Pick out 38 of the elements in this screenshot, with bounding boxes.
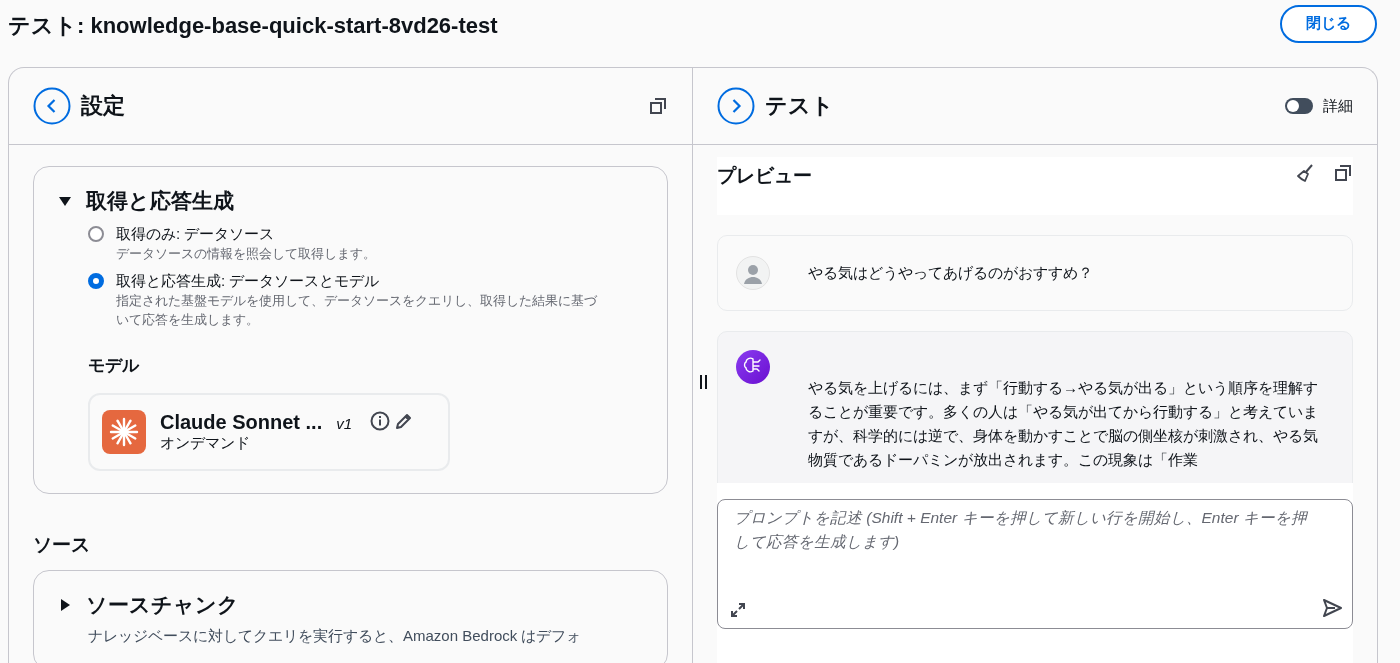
panel-title: テスト: [765, 92, 835, 120]
option-description: データソースの情報を照会して取得します。: [116, 246, 377, 263]
page-title: テスト: knowledge-base-quick-start-8vd26-test: [8, 11, 498, 40]
message-text: やる気を上げるには、まず「行動する→やる気が出る」という順序を理解することが重要です。多くの人は「やる気が出てから行動する」と考えていますが、科学的には逆で、身体を動かすことで脳の側坐核が刺激され、やる気物質であるドーパミンが放出されます。この現象は「作業: [807, 378, 1319, 470]
info-icon[interactable]: [370, 411, 391, 431]
preview-title: プレビュー: [717, 164, 813, 188]
section-heading: ソース: [33, 533, 91, 557]
option-description: 指定された基盤モデルを使用して、データソースをクエリし、取得した結果に基づいて応答を生成します。: [116, 293, 598, 329]
expand-icon[interactable]: [729, 601, 747, 619]
close-button[interactable]: 閉じる: [1280, 4, 1377, 43]
user-avatar-icon: [736, 256, 770, 290]
model-heading: モデル: [88, 355, 141, 377]
toggle-label[interactable]: 詳細: [1323, 96, 1353, 116]
section-title[interactable]: ソースチャンク: [86, 591, 239, 619]
section-title[interactable]: 取得と応答生成: [86, 187, 234, 215]
expand-panel-button[interactable]: [717, 87, 755, 125]
caret-icon[interactable]: [58, 598, 72, 612]
copy-icon[interactable]: [648, 96, 668, 116]
brain-avatar-icon: [736, 350, 770, 384]
drag-handle-icon[interactable]: [699, 374, 709, 390]
radio-button[interactable]: [88, 226, 104, 242]
message-text: やる気はどうやってあげるのがおすすめ？: [807, 263, 1094, 283]
radio-button[interactable]: [88, 273, 104, 289]
toggle-switch[interactable]: [1285, 98, 1313, 114]
panel-title: 設定: [81, 92, 126, 120]
caret-icon[interactable]: [58, 194, 72, 208]
model-name: Claude Sonnet ...: [160, 411, 323, 433]
starburst-logo-icon: [102, 410, 146, 454]
section-description: ナレッジベースに対してクエリを実行すると、Amazon Bedrock はデフォ: [88, 626, 583, 646]
broom-icon[interactable]: [1295, 163, 1315, 183]
radio-label[interactable]: 取得のみ: データソース: [116, 223, 643, 245]
collapse-button[interactable]: [33, 87, 71, 125]
model-version: v1: [336, 415, 353, 432]
copy-icon[interactable]: [1333, 163, 1353, 183]
send-icon[interactable]: [1321, 597, 1343, 619]
model-mode: オンデマンド: [160, 434, 251, 453]
radio-label[interactable]: 取得と応答生成: データソースとモデル: [116, 270, 643, 292]
prompt-field[interactable]: プロンプトを記述 (Shift + Enter キーを押して新しい行を開始し、Enter キーを押して応答を生成します): [717, 499, 1353, 629]
